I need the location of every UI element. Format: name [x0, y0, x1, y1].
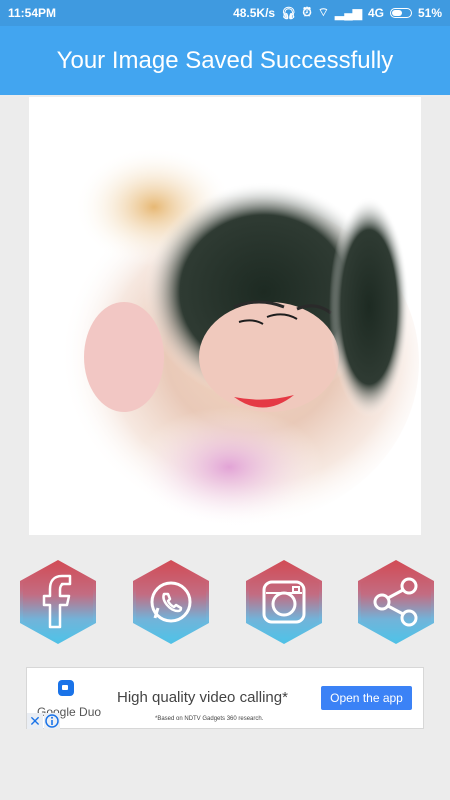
ad-headline: High quality video calling*	[117, 689, 288, 706]
facebook-icon	[42, 574, 72, 629]
open-app-button[interactable]: Open the app	[321, 686, 412, 710]
network-speed: 48.5K/s	[233, 5, 276, 20]
share-button[interactable]	[358, 560, 434, 644]
ad-close-icon[interactable]: ✕	[27, 713, 43, 729]
whatsapp-share-button[interactable]	[133, 560, 209, 644]
page-title: Your Image Saved Successfully	[56, 46, 394, 74]
google-duo-logo-icon	[58, 680, 74, 696]
app-bar: Your Image Saved Successfully	[0, 26, 450, 95]
wifi-icon: ⌔	[317, 5, 329, 19]
status-bar: 11:54PM 48.5K/s 🎧︎ ⏰︎ ⌔ ▂▄▆ 4G 51%	[0, 0, 450, 26]
status-time: 11:54PM	[8, 6, 57, 20]
battery-icon	[389, 7, 412, 18]
ad-info-icon[interactable]	[44, 713, 60, 729]
status-indicators: 48.5K/s 🎧︎ ⏰︎ ⌔ ▂▄▆ 4G 51%	[233, 5, 442, 20]
battery-percent: 51%	[417, 5, 442, 20]
share-bar	[0, 560, 450, 645]
instagram-icon	[262, 580, 306, 624]
signal-icon: ▂▄▆	[334, 5, 362, 20]
instagram-share-button[interactable]	[246, 560, 322, 644]
share-icon	[373, 577, 418, 627]
ad-disclaimer: *Based on NDTV Gadgets 360 research.	[155, 716, 264, 722]
facebook-share-button[interactable]	[20, 560, 96, 644]
whatsapp-icon	[150, 581, 192, 623]
ad-banner[interactable]: Google Duo High quality video calling* *…	[26, 667, 424, 729]
headphone-icon: 🎧︎	[281, 5, 297, 20]
saved-image-art	[49, 147, 419, 527]
alarm-off-icon: ⏰︎	[302, 5, 312, 19]
network-type: 4G	[367, 5, 384, 20]
saved-image	[29, 97, 421, 535]
